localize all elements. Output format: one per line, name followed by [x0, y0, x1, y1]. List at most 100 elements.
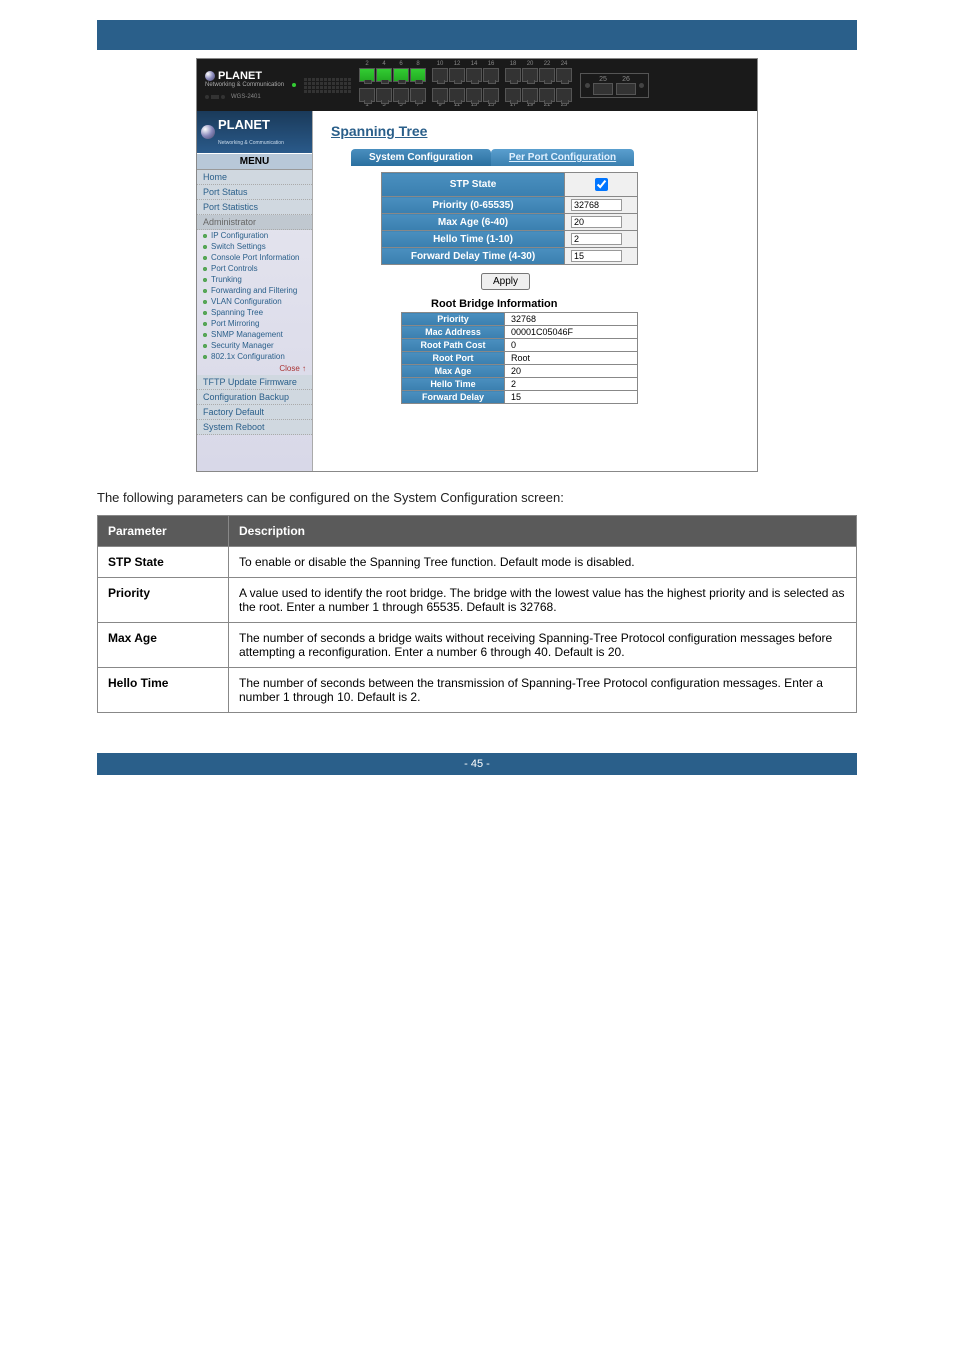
rbi-rootport-value: Root	[505, 352, 638, 365]
rbi-maxage-label: Max Age	[402, 365, 505, 378]
port-11[interactable]	[449, 88, 465, 102]
tab-per-port-configuration[interactable]: Per Port Configuration	[491, 149, 634, 166]
port-21[interactable]	[539, 88, 555, 102]
apply-button[interactable]: Apply	[481, 273, 530, 290]
rbi-rootpathcost-value: 0	[505, 339, 638, 352]
menu-factory-default[interactable]: Factory Default	[197, 405, 312, 420]
root-bridge-info-table: Priority32768 Mac Address00001C05046F Ro…	[401, 312, 638, 404]
sub-console-port-info[interactable]: Console Port Information	[197, 252, 312, 263]
fwddelay-input[interactable]	[571, 250, 622, 262]
status-leds	[304, 78, 351, 93]
port-16[interactable]	[483, 68, 499, 82]
port-4[interactable]	[376, 68, 392, 82]
port-12[interactable]	[449, 68, 465, 82]
port-18[interactable]	[505, 68, 521, 82]
sub-snmp-management[interactable]: SNMP Management	[197, 329, 312, 340]
device-logo: PLANET Networking & Communication WGS-24…	[205, 70, 284, 100]
param-priority-name: Priority	[98, 578, 229, 623]
stp-config-table: STP State Priority (0-65535) Max Age (6-…	[381, 172, 638, 265]
sub-vlan-configuration[interactable]: VLAN Configuration	[197, 296, 312, 307]
port-15[interactable]	[483, 88, 499, 102]
doc-footer-bar: - 45 -	[97, 753, 857, 775]
hellotime-input[interactable]	[571, 233, 622, 245]
menu-port-statistics[interactable]: Port Statistics	[197, 200, 312, 215]
description-text: The following parameters can be configur…	[97, 490, 857, 505]
uplink-26-label: 26	[622, 76, 630, 83]
page-title: Spanning Tree	[331, 123, 739, 139]
rbi-fwddelay-label: Forward Delay	[402, 391, 505, 404]
port-19[interactable]	[522, 88, 538, 102]
device-logo-sub: Networking & Communication	[205, 82, 284, 88]
close-link[interactable]: Close ↑	[197, 362, 312, 375]
hellotime-label: Hello Time (1-10)	[382, 231, 565, 248]
stp-state-label: STP State	[382, 173, 565, 197]
device-logo-text: PLANET	[218, 70, 262, 82]
port-groups: 21436587 109121114131615 181720192221242…	[359, 61, 572, 109]
port-14[interactable]	[466, 68, 482, 82]
globe-icon	[201, 125, 215, 139]
rbi-hellotime-value: 2	[505, 378, 638, 391]
root-bridge-info-title: Root Bridge Information	[431, 298, 739, 310]
port-2[interactable]	[359, 68, 375, 82]
sub-switch-settings[interactable]: Switch Settings	[197, 241, 312, 252]
rbi-rootport-label: Root Port	[402, 352, 505, 365]
fwddelay-label: Forward Delay Time (4-30)	[382, 248, 565, 265]
rbi-fwddelay-value: 15	[505, 391, 638, 404]
doc-header-bar	[97, 20, 857, 50]
menu-administrator[interactable]: Administrator	[197, 215, 312, 230]
port-3[interactable]	[376, 88, 392, 102]
port-8[interactable]	[410, 68, 426, 82]
rbi-rootpathcost-label: Root Path Cost	[402, 339, 505, 352]
rbi-priority-value: 32768	[505, 313, 638, 326]
sidebar-logo: PLANET Networking & Communication	[197, 111, 312, 153]
content-area: Spanning Tree System Configuration Per P…	[313, 111, 757, 471]
sub-trunking[interactable]: Trunking	[197, 274, 312, 285]
menu-config-backup[interactable]: Configuration Backup	[197, 390, 312, 405]
menu-home[interactable]: Home	[197, 170, 312, 185]
sub-port-controls[interactable]: Port Controls	[197, 263, 312, 274]
port-24[interactable]	[556, 68, 572, 82]
port-17[interactable]	[505, 88, 521, 102]
param-maxage-desc: The number of seconds a bridge waits wit…	[229, 623, 857, 668]
port-20[interactable]	[522, 68, 538, 82]
sub-ip-configuration[interactable]: IP Configuration	[197, 230, 312, 241]
sub-port-mirroring[interactable]: Port Mirroring	[197, 318, 312, 329]
uplink-ports: 25 26	[580, 73, 649, 98]
port-10[interactable]	[432, 68, 448, 82]
port-13[interactable]	[466, 88, 482, 102]
sidebar-logo-sub: Networking & Communication	[218, 140, 284, 146]
param-stpstate-desc: To enable or disable the Spanning Tree f…	[229, 547, 857, 578]
sub-security-manager[interactable]: Security Manager	[197, 340, 312, 351]
port-6[interactable]	[393, 68, 409, 82]
rbi-mac-label: Mac Address	[402, 326, 505, 339]
menu-port-status[interactable]: Port Status	[197, 185, 312, 200]
tab-system-configuration[interactable]: System Configuration	[351, 149, 491, 166]
rbi-maxage-value: 20	[505, 365, 638, 378]
maxage-label: Max Age (6-40)	[382, 214, 565, 231]
port-1[interactable]	[359, 88, 375, 102]
device-panel: PLANET Networking & Communication WGS-24…	[197, 59, 757, 111]
sub-forwarding-filtering[interactable]: Forwarding and Filtering	[197, 285, 312, 296]
parameter-table: Parameter Description STP State To enabl…	[97, 515, 857, 713]
menu-tftp-update[interactable]: TFTP Update Firmware	[197, 375, 312, 390]
port-7[interactable]	[410, 88, 426, 102]
priority-label: Priority (0-65535)	[382, 197, 565, 214]
rbi-hellotime-label: Hello Time	[402, 378, 505, 391]
stp-state-checkbox[interactable]	[595, 178, 608, 191]
sub-8021x-configuration[interactable]: 802.1x Configuration	[197, 351, 312, 362]
rbi-priority-label: Priority	[402, 313, 505, 326]
sidebar: PLANET Networking & Communication MENU H…	[197, 111, 313, 471]
sub-spanning-tree[interactable]: Spanning Tree	[197, 307, 312, 318]
port-23[interactable]	[556, 88, 572, 102]
menu-system-reboot[interactable]: System Reboot	[197, 420, 312, 435]
port-5[interactable]	[393, 88, 409, 102]
uplink-25-label: 25	[599, 76, 607, 83]
param-hellotime-name: Hello Time	[98, 668, 229, 713]
maxage-input[interactable]	[571, 216, 622, 228]
priority-input[interactable]	[571, 199, 622, 211]
port-22[interactable]	[539, 68, 555, 82]
menu-header: MENU	[197, 153, 312, 170]
port-9[interactable]	[432, 88, 448, 102]
rbi-mac-value: 00001C05046F	[505, 326, 638, 339]
param-hellotime-desc: The number of seconds between the transm…	[229, 668, 857, 713]
